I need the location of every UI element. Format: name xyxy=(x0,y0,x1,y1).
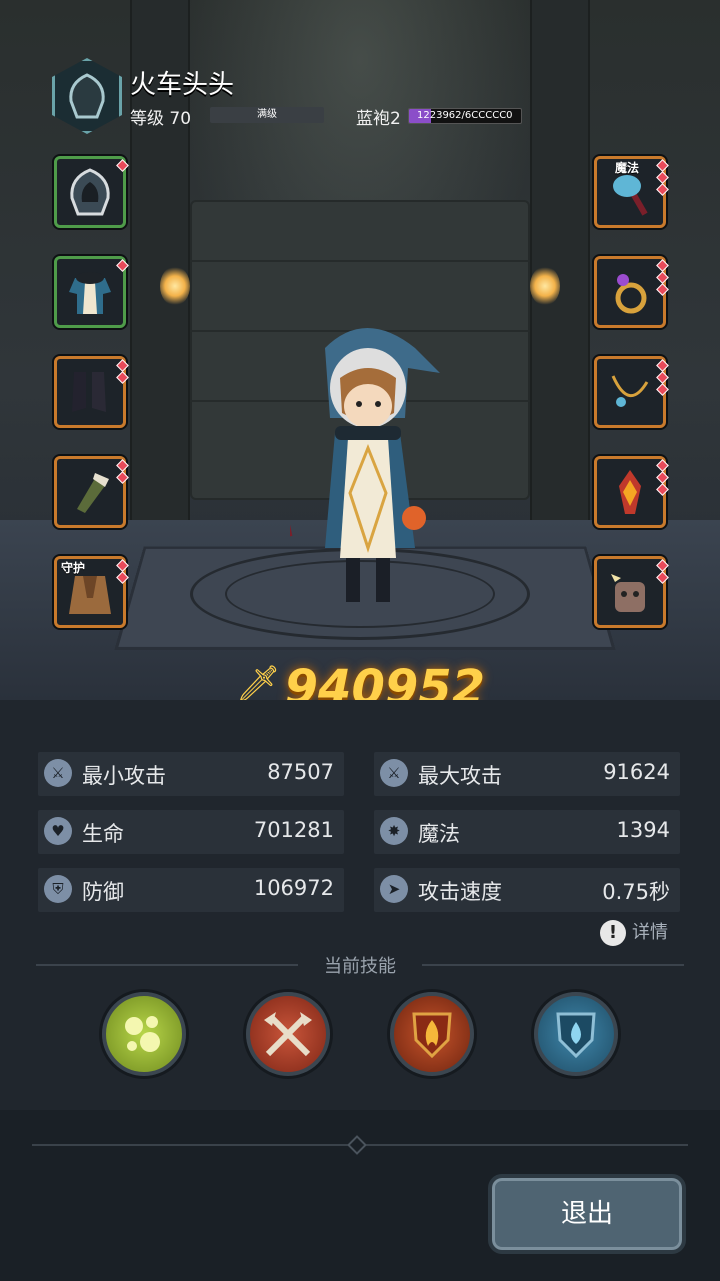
stat-min-attack: ⚔ 最小攻击 87507 xyxy=(38,752,344,796)
stat-magic: ✸ 魔法 1394 xyxy=(374,810,680,854)
flame-emblem-icon xyxy=(605,467,655,517)
slot-tag: 魔法 xyxy=(615,161,640,175)
robe-progress-text: 1223962/6CCCCC0 xyxy=(417,110,513,121)
equip-slot-weapon[interactable]: 魔法 xyxy=(594,156,669,228)
torch-icon xyxy=(530,266,560,306)
equip-slot-ring[interactable] xyxy=(594,256,669,328)
hood-avatar-icon xyxy=(69,73,105,119)
torch-icon xyxy=(160,266,190,306)
stat-defense: ⛨ 防御 106972 xyxy=(38,868,344,912)
equip-slot-bracer[interactable] xyxy=(54,456,129,528)
sword-icon: ⚔ xyxy=(44,759,72,787)
ring-icon xyxy=(605,267,655,317)
player-header: 火车头头 等级 70 满级 蓝袍2 1223962/6CCCCC0 xyxy=(52,58,692,138)
robe-progress-bar: 1223962/6CCCCC0 xyxy=(408,108,522,124)
equip-slot-helmet[interactable] xyxy=(54,156,129,228)
stat-label: 防御 xyxy=(82,880,124,904)
heart-icon: ♥ xyxy=(44,817,72,845)
equip-slot-armor[interactable] xyxy=(54,256,129,328)
pet-icon xyxy=(605,567,655,617)
stat-value: 1394 xyxy=(616,818,670,842)
water-drop-skill-icon[interactable] xyxy=(534,992,618,1076)
stat-value: 87507 xyxy=(267,760,334,784)
stat-value: 701281 xyxy=(253,818,334,842)
stat-value: 91624 xyxy=(603,760,670,784)
details-button[interactable]: ! 详情 xyxy=(600,918,668,946)
player-name: 火车头头 xyxy=(130,70,235,100)
sword-icon: ⚔ xyxy=(380,759,408,787)
stat-hp: ♥ 生命 701281 xyxy=(38,810,344,854)
hood-icon xyxy=(65,167,115,217)
equip-slot-pet[interactable] xyxy=(594,556,669,628)
level-bar: 满级 xyxy=(210,107,324,123)
details-label: 详情 xyxy=(632,922,668,943)
exit-button[interactable]: 退出 xyxy=(488,1174,686,1254)
skills-title: 当前技能 xyxy=(324,956,396,977)
shield-icon: ⛨ xyxy=(44,875,72,903)
speed-icon: ➤ xyxy=(380,875,408,903)
bubbles-skill-icon[interactable] xyxy=(102,992,186,1076)
stat-value: 0.75秒 xyxy=(602,880,670,904)
crossed-axes-skill-icon[interactable] xyxy=(246,992,330,1076)
stat-label: 最小攻击 xyxy=(82,764,166,788)
bracer-icon xyxy=(65,467,115,517)
stat-max-attack: ⚔ 最大攻击 91624 xyxy=(374,752,680,796)
player-level: 等级 70 xyxy=(130,109,192,129)
exclamation-icon: ! xyxy=(600,920,626,946)
power-sword-icon: 🗡 xyxy=(234,664,281,705)
slot-tag: 守护 xyxy=(61,561,86,575)
robe-armor-icon xyxy=(65,267,115,317)
avatar[interactable] xyxy=(52,58,122,134)
stat-label: 生命 xyxy=(82,822,124,846)
stat-label: 攻击速度 xyxy=(418,880,502,904)
equip-slot-boots[interactable] xyxy=(54,356,129,428)
stat-value: 106972 xyxy=(253,876,334,900)
fire-shield-skill-icon[interactable] xyxy=(390,992,474,1076)
stat-label: 魔法 xyxy=(418,822,460,846)
stat-attack-speed: ➤ 攻击速度 0.75秒 xyxy=(374,868,680,912)
wall-line xyxy=(190,260,530,262)
equip-slot-emblem[interactable] xyxy=(594,456,669,528)
stat-label: 最大攻击 xyxy=(418,764,502,788)
equip-slot-necklace[interactable] xyxy=(594,356,669,428)
robe-rank: 蓝袍2 xyxy=(356,109,401,129)
equip-slot-cloak[interactable]: 守护 xyxy=(54,556,129,628)
necklace-icon xyxy=(605,367,655,417)
magic-icon: ✸ xyxy=(380,817,408,845)
hero-character xyxy=(290,328,440,602)
boots-icon xyxy=(65,367,115,417)
